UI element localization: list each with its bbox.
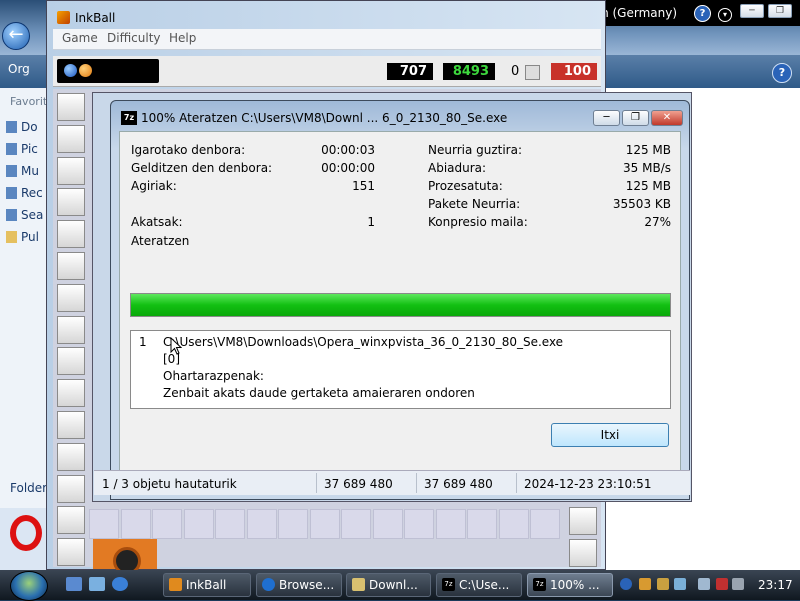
taskbar-item-7zip-folder[interactable]: 7z C:\Use... (436, 573, 522, 597)
folder-icon (6, 231, 17, 243)
board-cell (341, 509, 371, 539)
hole (93, 539, 157, 575)
switch-windows-icon[interactable] (89, 577, 105, 591)
wall-tile (57, 411, 85, 439)
board-cell (183, 509, 214, 539)
fav-item-documents[interactable]: Do (6, 120, 48, 136)
wall-tile (57, 188, 85, 217)
wall-tile (57, 474, 85, 503)
wall-tile (57, 538, 85, 567)
recent-icon (6, 187, 17, 199)
board-cell (215, 509, 245, 539)
progress-fill (131, 294, 670, 316)
internet-explorer-icon[interactable] (112, 577, 128, 591)
dialog-content: 1 C:\Users\VM8\Downloads\Opera_winxpvist… (110, 0, 690, 500)
board-cell (498, 509, 529, 539)
fav-item-music[interactable]: Mu (6, 164, 48, 180)
board-cell (278, 509, 308, 539)
wall-tile (57, 283, 85, 312)
wall-tile (57, 442, 85, 471)
shield-icon[interactable] (639, 578, 651, 590)
board-cell (372, 509, 403, 539)
folder-icon (352, 578, 365, 591)
mouse-cursor-icon (170, 337, 182, 355)
wall-tile (57, 347, 85, 376)
wall-tile (57, 252, 85, 280)
favorites-label: Favorit (10, 95, 48, 108)
board-cell (89, 509, 119, 539)
show-desktop-icon[interactable] (66, 577, 82, 591)
fav-item-public[interactable]: Pul (6, 230, 48, 246)
start-button[interactable] (10, 571, 48, 601)
wall-tile (57, 379, 85, 408)
log-message: Zenbait akats daude gertaketa amaieraren… (163, 386, 475, 400)
board-cell (467, 509, 497, 539)
blue-ball-icon (64, 64, 77, 77)
search-icon (6, 209, 17, 221)
board-cell (435, 509, 466, 539)
wall-tile (57, 156, 85, 185)
wall-tile (57, 506, 85, 535)
log-warnings-label: Ohartarazpenak: (163, 369, 264, 383)
progress-bar (130, 293, 671, 317)
network-icon[interactable] (674, 578, 686, 590)
board-cell (120, 509, 151, 539)
board-cell (404, 509, 434, 539)
inkball-icon (169, 578, 182, 591)
menu-game[interactable]: Game (62, 31, 98, 45)
taskbar-item-inkball[interactable]: InkBall (163, 573, 251, 597)
help-icon[interactable]: ? (694, 5, 711, 22)
wall-tile (57, 315, 85, 344)
wall-tile (57, 124, 85, 153)
fav-item-recent[interactable]: Rec (6, 186, 48, 202)
monitor-icon[interactable] (698, 578, 710, 590)
wall-tile (569, 538, 597, 567)
help-icon[interactable]: ? (772, 63, 792, 83)
help-icon[interactable] (620, 578, 632, 590)
7zip-icon: 7z (533, 578, 546, 591)
volume-icon[interactable] (732, 578, 744, 590)
close-dialog-button[interactable]: Itxi (551, 423, 669, 447)
volume-muted-icon[interactable] (716, 578, 728, 590)
7zip-icon: 7z (442, 578, 455, 591)
board-cell (246, 509, 277, 539)
taskbar-item-7zip-progress[interactable]: 7z 100% ... (527, 573, 613, 597)
music-icon (6, 165, 17, 177)
document-icon (6, 121, 17, 133)
minimize-button[interactable]: ─ (740, 4, 764, 18)
log-path: C:\Users\VM8\Downloads\Opera_winxpvista_… (163, 335, 564, 349)
orange-ball-icon (79, 64, 92, 77)
board-cell (530, 509, 560, 539)
restore-button[interactable]: ❐ (768, 4, 792, 18)
wall-tile (57, 220, 85, 249)
organize-button[interactable]: Org (8, 62, 30, 76)
options-icon[interactable]: ▾ (718, 8, 732, 22)
taskbar-item-downloads[interactable]: Downl... (346, 573, 431, 597)
inkball-icon (57, 11, 70, 24)
wall-tile (569, 507, 597, 535)
fav-item-searches[interactable]: Sea (6, 208, 48, 224)
taskbar-item-browser[interactable]: Browse... (256, 573, 342, 597)
board-cell (309, 509, 340, 539)
board-cell (152, 509, 182, 539)
wall-tile (57, 93, 85, 121)
log-index: 1 (139, 335, 147, 349)
picture-icon (6, 143, 17, 155)
fav-item-pictures[interactable]: Pic (6, 142, 48, 158)
internet-explorer-icon (262, 578, 275, 591)
opera-logo-icon (10, 515, 42, 551)
message-log[interactable]: 1 C:\Users\VM8\Downloads\Opera_winxpvist… (130, 330, 671, 409)
security-icon[interactable] (657, 578, 669, 590)
back-arrow-icon[interactable]: ← (2, 22, 30, 50)
clock[interactable]: 23:17 (758, 578, 793, 592)
